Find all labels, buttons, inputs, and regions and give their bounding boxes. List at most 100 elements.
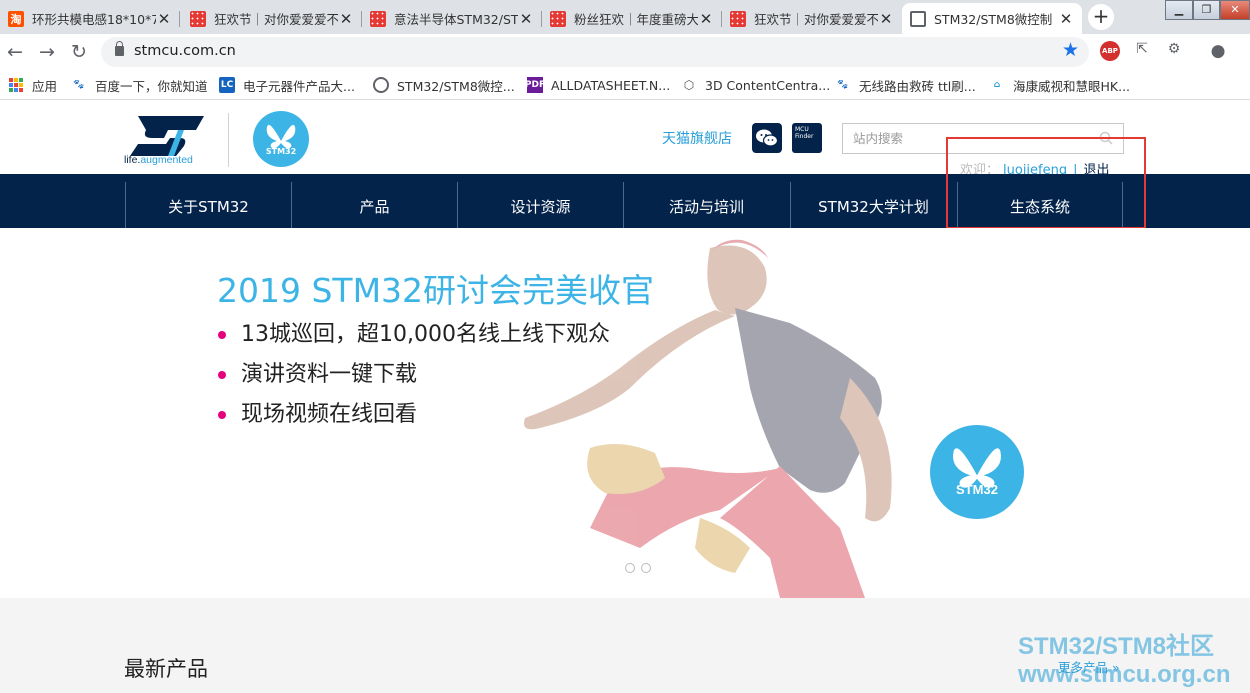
watermark-line: STM32/STM8社区	[1018, 633, 1215, 660]
bookmark-stm32[interactable]: STM32/STM8微控...	[373, 76, 515, 94]
bookmark-apps[interactable]: 应用	[8, 76, 57, 94]
close-icon[interactable]: ✕	[156, 10, 172, 28]
bookmark-hikvision[interactable]: ⌂ 海康威视和慧眼HK...	[989, 76, 1130, 94]
wechat-icon[interactable]	[752, 123, 782, 153]
tmall-store-link[interactable]: 天猫旗舰店	[662, 128, 732, 148]
bookmark-alldatasheet[interactable]: PDF ALLDATASHEET.N...	[525, 76, 671, 94]
browser-toolbar: ← → ↻ stmcu.com.cn ★ ABP ⇱ ⚙ ●	[0, 34, 1250, 70]
bookmark-3d-contentcentral[interactable]: ⬡ 3D ContentCentra...	[681, 76, 830, 94]
banner-stm32-logo-icon: STM32	[930, 425, 1024, 519]
bookmark-label: 无线路由救砖 ttl刷...	[859, 78, 976, 94]
wechat-bubbles-icon	[756, 129, 779, 147]
close-icon[interactable]: ✕	[338, 10, 354, 28]
watermark-line: www.stmcu.org.cn	[1018, 661, 1231, 688]
banner-bullet: 现场视频在线回看	[217, 398, 610, 438]
logo-divider	[228, 113, 229, 167]
bookmark-label: 电子元器件产品大...	[243, 78, 355, 94]
butterfly-icon	[953, 448, 1001, 488]
badge-label: STM32	[956, 482, 998, 497]
adblock-plus-icon[interactable]: ABP	[1100, 41, 1120, 61]
bookmark-router-recovery[interactable]: 🐾 无线路由救砖 ttl刷...	[835, 76, 976, 94]
new-tab-button[interactable]: +	[1088, 4, 1114, 30]
stm32-logo-icon[interactable]: STM32	[253, 111, 309, 167]
bookmark-star-icon[interactable]: ★	[1062, 39, 1079, 61]
tab-tmall-4[interactable]: 狂欢节｜对你爱爱爱不 ✕	[722, 3, 902, 34]
tmall-icon	[730, 10, 746, 27]
minimize-button[interactable]: ▁	[1165, 0, 1193, 20]
close-icon[interactable]: ✕	[1058, 10, 1074, 28]
bookmark-label: 海康威视和慧眼HK...	[1013, 78, 1131, 94]
nav-university-program[interactable]: STM32大学计划	[790, 182, 956, 228]
tmall-icon	[550, 10, 566, 27]
tab-tmall-3[interactable]: 粉丝狂欢｜年度重磅大 ✕	[542, 3, 722, 34]
url-text[interactable]: stmcu.com.cn	[134, 43, 236, 59]
house-icon: ⌂	[993, 80, 1001, 90]
tab-taobao-inductor[interactable]: 淘 环形共模电感18*10*7 ✕	[0, 3, 180, 34]
taobao-icon: 淘	[8, 10, 24, 27]
baidu-paw-icon: 🐾	[73, 80, 85, 90]
bookmarks-bar: 应用 🐾 百度一下，你就知道 LC 电子元器件产品大... STM32/STM8…	[0, 70, 1250, 100]
cursor-extension-icon[interactable]: ⇱	[1132, 41, 1152, 61]
nav-events-training[interactable]: 活动与培训	[623, 182, 789, 228]
bookmark-lc-components[interactable]: LC 电子元器件产品大...	[219, 76, 355, 94]
tab-tmall-1[interactable]: 狂欢节｜对你爱爱爱不 ✕	[182, 3, 362, 34]
bookmark-label: 百度一下，你就知道	[95, 78, 208, 94]
mcu-finder-icon[interactable]: MCU Finder	[792, 123, 822, 153]
window-close-button[interactable]: ✕	[1220, 0, 1250, 20]
carousel-dots	[625, 558, 657, 577]
tab-title: STM32/STM8微控制	[934, 12, 1053, 27]
bookmark-label: ALLDATASHEET.N...	[551, 77, 671, 93]
apps-grid-dot	[14, 78, 18, 82]
apps-grid-dot	[14, 83, 18, 87]
apps-grid-dot	[19, 78, 23, 82]
extension-icon[interactable]: ⚙	[1164, 41, 1184, 61]
forward-arrow-icon[interactable]: →	[36, 41, 58, 63]
latest-products-heading: 最新产品	[124, 657, 208, 681]
back-arrow-icon[interactable]: ←	[4, 41, 26, 63]
bookmark-label: STM32/STM8微控...	[397, 78, 515, 94]
banner-bullet-list: 13城巡回，超10,000名线上线下观众 演讲资料一键下载 现场视频在线回看	[217, 318, 610, 438]
globe-icon	[373, 77, 389, 93]
close-icon[interactable]: ✕	[698, 10, 714, 28]
badge-label: STM32	[265, 147, 297, 156]
bookmark-label: 3D ContentCentra...	[705, 77, 831, 93]
apps-grid-dot	[19, 88, 23, 92]
maximize-button[interactable]: ❐	[1193, 0, 1220, 20]
carousel-dot[interactable]	[625, 563, 635, 573]
apps-grid-dot	[14, 88, 18, 92]
tab-title: 环形共模电感18*10*7	[32, 12, 156, 27]
st-tagline: life.augmented	[124, 154, 193, 166]
tab-title: 粉丝狂欢｜年度重磅大	[574, 12, 698, 27]
carousel-dot[interactable]	[641, 563, 651, 573]
apps-grid-dot	[9, 78, 13, 82]
apps-grid-dot	[9, 88, 13, 92]
tmall-icon	[190, 10, 206, 27]
bookmark-baidu[interactable]: 🐾 百度一下，你就知道	[71, 76, 208, 94]
nav-about-stm32[interactable]: 关于STM32	[125, 182, 291, 228]
reload-icon[interactable]: ↻	[68, 41, 90, 63]
butterfly-icon	[266, 124, 296, 149]
tab-stmcu-active[interactable]: STM32/STM8微控制 ✕	[902, 3, 1082, 34]
community-watermark: STM32/STM8社区 www.stmcu.org.cn	[1018, 633, 1230, 689]
lc-icon: LC	[219, 77, 235, 93]
baidu-paw-icon: 🐾	[837, 80, 849, 90]
profile-avatar-icon[interactable]: ●	[1208, 41, 1228, 61]
close-icon[interactable]: ✕	[518, 10, 534, 28]
tmall-icon	[370, 10, 386, 27]
red-annotation-box	[946, 137, 1146, 229]
address-bar[interactable]: stmcu.com.cn ★	[101, 37, 1089, 67]
tab-tmall-2[interactable]: 意法半导体STM32/ST ✕	[362, 3, 542, 34]
tab-strip: 淘 环形共模电感18*10*7 ✕ 狂欢节｜对你爱爱爱不 ✕ 意法半导体STM3…	[0, 0, 1250, 34]
apps-grid-dot	[19, 83, 23, 87]
tab-title: 狂欢节｜对你爱爱爱不	[754, 12, 878, 27]
pdf-icon: PDF	[525, 77, 545, 93]
nav-products[interactable]: 产品	[291, 182, 457, 228]
nav-design-resources[interactable]: 设计资源	[457, 182, 623, 228]
banner-title: 2019 STM32研讨会完美收官	[217, 271, 655, 310]
apps-grid-icon	[8, 77, 24, 93]
apps-grid-dot	[9, 83, 13, 87]
globe-icon	[910, 10, 926, 27]
close-icon[interactable]: ✕	[878, 10, 894, 28]
3d-cube-icon: ⬡	[683, 78, 695, 92]
hero-banner[interactable]: 2019 STM32研讨会完美收官 13城巡回，超10,000名线上线下观众 演…	[0, 228, 1250, 598]
